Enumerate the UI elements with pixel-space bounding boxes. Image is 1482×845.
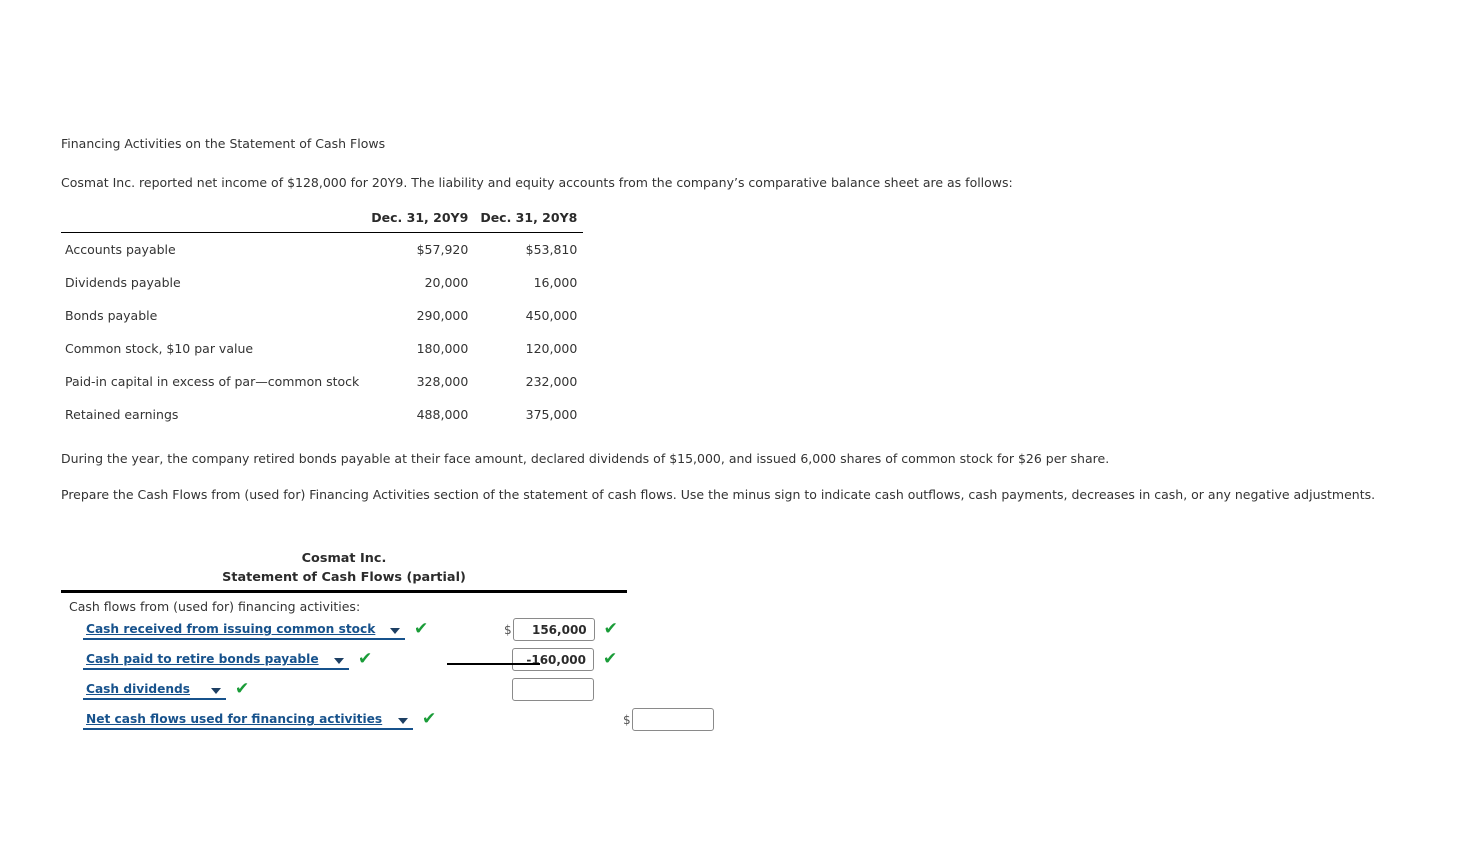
amount-cell-total: $ [623,708,714,732]
row-label: Dividends payable [65,275,181,290]
comparative-balance-table: Dec. 31, 20Y9 Dec. 31, 20Y8 Accounts pay… [61,208,584,432]
row-label: Common stock, $10 par value [65,341,254,356]
account-select-wrapper-2: Cash received from issuing common stockC… [83,649,349,671]
entry-row-total: Cash received from issuing common stockC… [61,705,761,734]
amount-input-1[interactable] [512,618,595,642]
row-amount-20y9: 290,000 [416,308,469,323]
entry-row: Cash received from issuing common stockC… [61,675,761,704]
row-amount-20y8: 375,000 [525,407,578,422]
statement-company-name: Cosmat Inc. [301,551,387,566]
table-row: Common stock, $10 par value 180,000 120,… [61,332,583,365]
account-select-wrapper-1: Cash received from issuing common stockC… [83,619,405,641]
select-correct-check-icon-2: ✔ [358,649,373,670]
amount-input-3[interactable] [512,678,594,702]
column-header-20y9: Dec. 31, 20Y9 [365,208,475,233]
table-body: Accounts payable $57,920 $53,810 Dividen… [61,233,583,432]
account-select-2[interactable]: Cash received from issuing common stockC… [83,649,349,671]
entry-row: Cash received from issuing common stockC… [61,645,761,674]
dollar-sign-1: $ [504,622,512,637]
table-row: Bonds payable 290,000 450,000 [61,299,583,332]
account-select-3[interactable]: Cash received from issuing common stockC… [83,679,226,701]
row-amount-20y9: $57,920 [416,242,469,257]
row-amount-20y8: $53,810 [525,242,578,257]
cash-flow-statement-form: Cosmat Inc. Statement of Cash Flows (par… [61,550,761,734]
dollar-sign-total: $ [623,712,631,727]
financing-section-label: Cash flows from (used for) financing act… [69,599,361,615]
statement-header: Cosmat Inc. Statement of Cash Flows (par… [61,550,627,587]
amount-cell-1: $ ✔ [504,618,618,642]
row-label: Retained earnings [65,407,179,422]
row-amount-20y8: 120,000 [525,341,578,356]
select-correct-check-icon-1: ✔ [414,619,429,640]
intro-paragraph: Cosmat Inc. reported net income of $128,… [61,175,1013,190]
row-amount-20y8: 450,000 [525,308,578,323]
amount-input-2[interactable] [512,648,594,672]
table-row: Accounts payable $57,920 $53,810 [61,233,583,267]
row-amount-20y9: 180,000 [416,341,469,356]
amount-correct-check-icon-2: ✔ [603,649,618,670]
subtotal-rule [447,663,540,665]
entry-row: Cash received from issuing common stockC… [61,615,761,644]
table-row: Paid-in capital in excess of par—common … [61,365,583,398]
column-header-account [61,208,366,233]
amount-cell-2: ✔ [504,648,618,672]
row-label: Accounts payable [65,242,176,257]
amount-correct-check-icon-1: ✔ [603,619,618,640]
row-amount-20y9: 488,000 [416,407,469,422]
amount-input-total[interactable] [631,708,714,732]
amount-cell-3 [504,678,594,702]
table-header-row: Dec. 31, 20Y9 Dec. 31, 20Y8 [61,208,584,233]
select-correct-check-icon-4: ✔ [422,709,437,730]
table-row: Retained earnings 488,000 375,000 [61,398,583,431]
row-amount-20y8: 232,000 [525,374,578,389]
page-title: Financing Activities on the Statement of… [61,136,386,151]
row-label: Bonds payable [65,308,158,323]
instruction-paragraph: Prepare the Cash Flows from (used for) F… [61,487,1376,502]
account-select-wrapper-3: Cash received from issuing common stockC… [83,679,226,701]
transaction-note: During the year, the company retired bon… [61,451,1110,466]
column-header-20y8: Dec. 31, 20Y8 [474,208,584,233]
account-select-wrapper-4: Cash received from issuing common stockC… [83,709,413,731]
table-row: Dividends payable 20,000 16,000 [61,266,583,299]
exercise-page: Financing Activities on the Statement of… [61,136,1441,734]
row-amount-20y8: 16,000 [533,275,578,290]
account-select-1[interactable]: Cash received from issuing common stockC… [83,619,405,641]
table-header: Dec. 31, 20Y9 Dec. 31, 20Y8 [61,208,584,233]
row-label: Paid-in capital in excess of par—common … [65,374,360,389]
select-correct-check-icon-3: ✔ [235,679,250,700]
row-amount-20y9: 328,000 [416,374,469,389]
row-amount-20y9: 20,000 [424,275,469,290]
account-select-4[interactable]: Cash received from issuing common stockC… [83,709,413,731]
statement-title: Statement of Cash Flows (partial) [222,569,466,585]
